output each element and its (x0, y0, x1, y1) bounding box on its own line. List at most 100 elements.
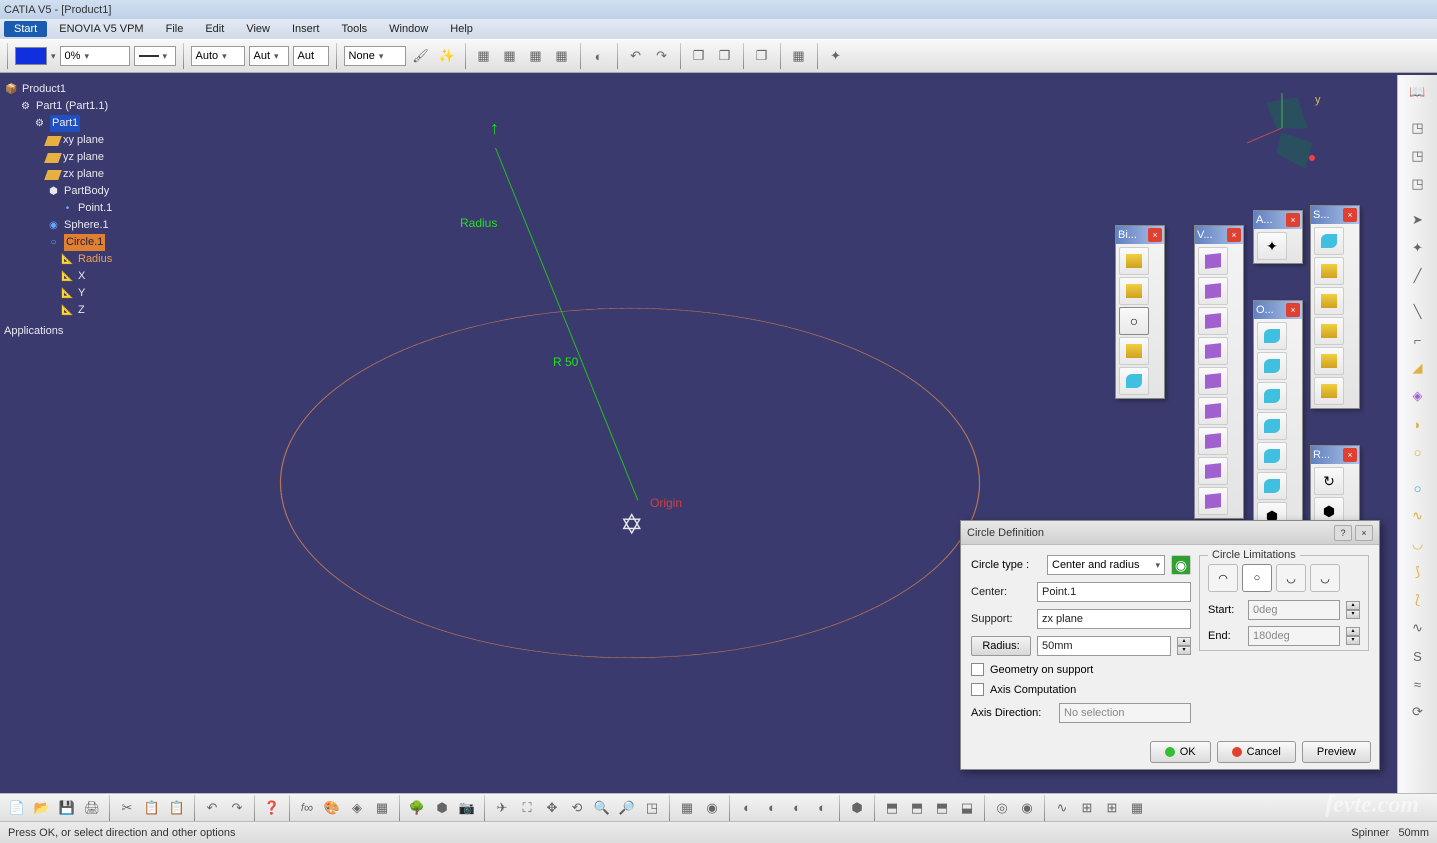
curve-icon[interactable]: ⟆ (1405, 559, 1431, 585)
palette-icon[interactable]: 🎨 (321, 797, 343, 819)
surface-icon[interactable]: ◢ (1405, 355, 1431, 381)
shade-icon[interactable]: ◉ (701, 797, 723, 819)
o-ico2[interactable] (1257, 352, 1287, 380)
dialog-titlebar[interactable]: Circle Definition ? × (961, 521, 1379, 545)
menu-view[interactable]: View (236, 21, 280, 37)
v2-icon[interactable]: ◐ (761, 797, 783, 819)
multi-view-icon[interactable]: ▦ (676, 797, 698, 819)
line2-icon[interactable]: ╲ (1405, 299, 1431, 325)
open-icon[interactable]: 📂 (31, 797, 53, 819)
grid-icon[interactable]: ▦ (788, 45, 810, 67)
axis-computation-checkbox[interactable] (971, 683, 984, 696)
cube-icon[interactable]: ◈ (346, 797, 368, 819)
bi-ico1[interactable] (1119, 247, 1149, 275)
zoom-in-icon[interactable]: 🔍 (591, 797, 613, 819)
help-icon[interactable]: ? (1334, 525, 1352, 541)
undo2-icon[interactable]: ↶ (201, 797, 223, 819)
save-icon[interactable]: 💾 (56, 797, 78, 819)
print-icon[interactable]: 🖨 (81, 797, 103, 819)
book-icon[interactable]: 📖 (1405, 79, 1431, 105)
close-icon[interactable]: × (1355, 525, 1373, 541)
v1-icon[interactable]: ◐ (736, 797, 758, 819)
color-dropdown[interactable] (51, 50, 56, 62)
limit-trim2-icon[interactable]: ◡ (1310, 564, 1340, 592)
rotate-icon[interactable]: ⟲ (566, 797, 588, 819)
copy-icon[interactable]: 📋 (141, 797, 163, 819)
limit-arc-icon[interactable]: ◠ (1208, 564, 1238, 592)
table-icon[interactable]: ▦ (371, 797, 393, 819)
auto3-dropdown[interactable]: Aut (293, 46, 329, 66)
o-ico4[interactable] (1257, 412, 1287, 440)
tree-applications[interactable]: Applications (4, 323, 112, 340)
menu-insert[interactable]: Insert (282, 21, 330, 37)
none-dropdown[interactable]: None (344, 46, 406, 66)
support-input[interactable]: zx plane (1037, 609, 1191, 629)
s-ico1[interactable] (1314, 227, 1344, 255)
close-icon[interactable]: × (1148, 228, 1162, 242)
line-dropdown[interactable] (134, 46, 176, 66)
v-ico8[interactable] (1198, 457, 1228, 485)
normal-icon[interactable]: ◳ (641, 797, 663, 819)
tree-xy-plane[interactable]: xy plane (46, 132, 112, 149)
new-icon[interactable]: 📄 (6, 797, 28, 819)
opacity-dropdown[interactable]: 0% (60, 46, 130, 66)
cube1-icon[interactable]: ❒ (688, 45, 710, 67)
auto2-dropdown[interactable]: Aut (249, 46, 289, 66)
circle-tool-icon[interactable]: ○ (1405, 475, 1431, 501)
a-ico1[interactable]: ✦ (1257, 232, 1287, 260)
tree-z[interactable]: 📐Z (60, 302, 112, 319)
cube2-icon[interactable]: ❒ (714, 45, 736, 67)
s-ico6[interactable] (1314, 377, 1344, 405)
cyl-icon[interactable]: ◗ (1405, 411, 1431, 437)
limit-trim1-icon[interactable]: ◡ (1276, 564, 1306, 592)
toolbar-a[interactable]: A...× ✦ (1253, 210, 1303, 264)
tree-radius[interactable]: 📐Radius (60, 251, 112, 268)
pan-icon[interactable]: ✥ (541, 797, 563, 819)
s-ico2[interactable] (1314, 257, 1344, 285)
tree-x[interactable]: 📐X (60, 268, 112, 285)
v-ico2[interactable] (1198, 277, 1228, 305)
o-ico3[interactable] (1257, 382, 1287, 410)
corner-icon[interactable]: ⌐ (1405, 327, 1431, 353)
cancel-button[interactable]: Cancel (1217, 741, 1296, 763)
undo-icon[interactable]: ↶ (625, 45, 647, 67)
cube3-icon[interactable]: ❒ (751, 45, 773, 67)
lock-icon[interactable]: ◉ (1171, 555, 1191, 575)
spline-icon[interactable]: ∿ (1405, 503, 1431, 529)
m8-icon[interactable]: ∿ (1051, 797, 1073, 819)
stack3-icon[interactable]: ▦ (525, 45, 547, 67)
line-tool-icon[interactable]: ╱ (1405, 263, 1431, 289)
m4-icon[interactable]: ⬒ (931, 797, 953, 819)
tree-part1[interactable]: ⚙Part1 (32, 115, 112, 132)
arrow-cursor-icon[interactable]: ➤ (1405, 207, 1431, 233)
r-ico1[interactable]: ↻ (1314, 467, 1344, 495)
preview-button[interactable]: Preview (1302, 741, 1371, 763)
o-ico1[interactable] (1257, 322, 1287, 350)
tree-root[interactable]: 📦Product1 (4, 81, 112, 98)
redo2-icon[interactable]: ↷ (226, 797, 248, 819)
tree-yz-plane[interactable]: yz plane (46, 149, 112, 166)
toolbar-r[interactable]: R...× ↻ ⬢ (1310, 445, 1360, 529)
auto1-dropdown[interactable]: Auto (191, 46, 245, 66)
stack2-icon[interactable]: ▦ (499, 45, 521, 67)
redo-icon[interactable]: ↷ (651, 45, 673, 67)
tree-circle1[interactable]: ○Circle.1 (46, 234, 112, 251)
toolbar-v[interactable]: V...× (1194, 225, 1244, 519)
bi-ico3[interactable]: ○ (1119, 307, 1149, 335)
menu-window[interactable]: Window (379, 21, 438, 37)
circle-type-select[interactable]: Center and radius (1047, 555, 1165, 575)
v-ico1[interactable] (1198, 247, 1228, 275)
menu-edit[interactable]: Edit (195, 21, 234, 37)
close-icon[interactable]: × (1286, 213, 1300, 227)
m9-icon[interactable]: ⊞ (1076, 797, 1098, 819)
tree-zx-plane[interactable]: zx plane (46, 166, 112, 183)
conic-icon[interactable]: ◡ (1405, 531, 1431, 557)
v-ico6[interactable] (1198, 397, 1228, 425)
m1-icon[interactable]: ⬢ (846, 797, 868, 819)
tool-x-icon[interactable]: ✦ (825, 45, 847, 67)
proj2-icon[interactable]: ◳ (1405, 143, 1431, 169)
close-icon[interactable]: × (1343, 208, 1357, 222)
tree-y[interactable]: 📐Y (60, 285, 112, 302)
menu-enovia[interactable]: ENOVIA V5 VPM (49, 21, 153, 37)
menu-tools[interactable]: Tools (331, 21, 377, 37)
